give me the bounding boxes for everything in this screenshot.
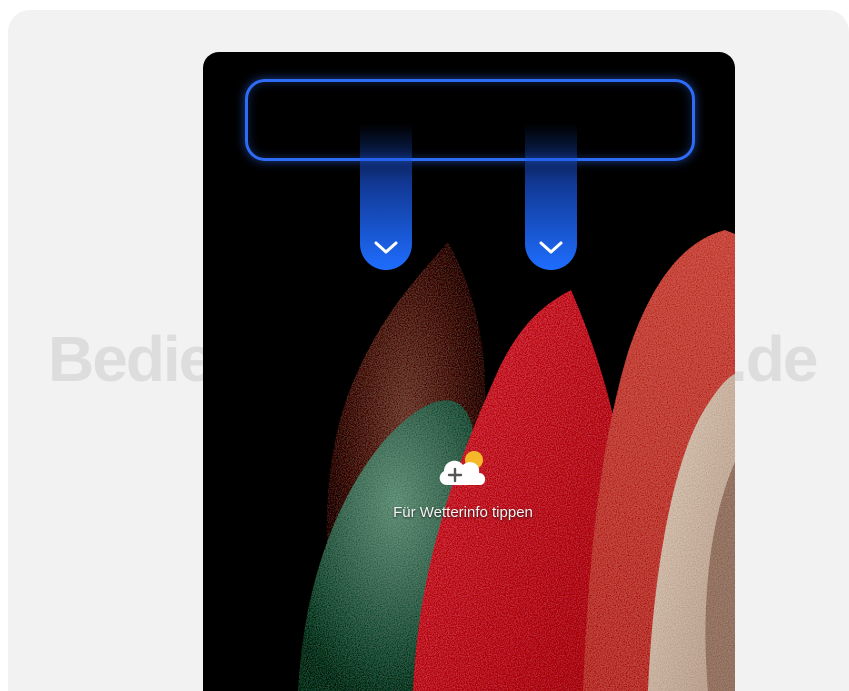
swipe-down-indicator-right[interactable] xyxy=(525,124,577,270)
watermark-left: Bedie xyxy=(48,323,214,395)
swipe-down-indicator-left[interactable] xyxy=(360,124,412,270)
watermark-right: .de xyxy=(730,323,818,395)
weather-widget[interactable]: Für Wetterinfo tippen xyxy=(353,447,573,521)
cloud-plus-icon xyxy=(439,451,486,485)
chevron-down-icon xyxy=(539,241,563,254)
weather-label: Für Wetterinfo tippen xyxy=(393,504,533,521)
chevron-down-icon xyxy=(374,241,398,254)
watermark-right-wrap: .de xyxy=(730,322,849,396)
phone-screen: Für Wetterinfo tippen xyxy=(203,52,735,691)
notification-swipe-zone[interactable] xyxy=(245,79,695,161)
